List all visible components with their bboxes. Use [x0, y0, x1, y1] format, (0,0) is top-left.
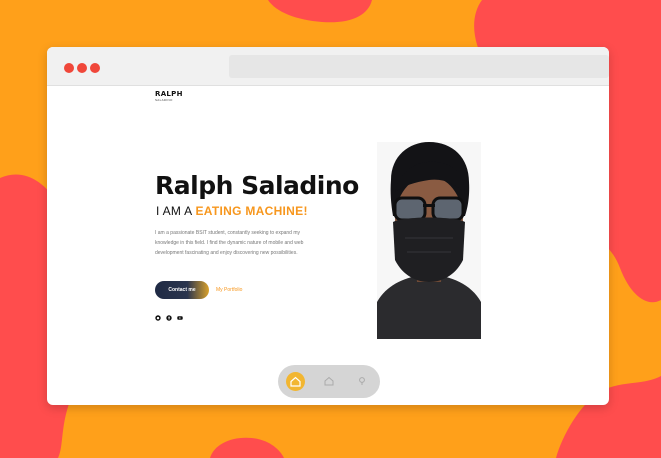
- hero-role: I AM A EATING MACHINE!: [156, 204, 308, 218]
- home-icon: [290, 376, 301, 387]
- role-highlight: EATING MACHINE!: [195, 204, 308, 218]
- address-bar[interactable]: [229, 55, 609, 78]
- youtube-icon[interactable]: [177, 315, 183, 321]
- close-dot[interactable]: [64, 63, 74, 73]
- site-logo[interactable]: RALPH SALADINO: [155, 91, 183, 102]
- profile-photo-illustration: [377, 142, 481, 339]
- github-icon[interactable]: [155, 315, 161, 321]
- maximize-dot[interactable]: [90, 63, 100, 73]
- logo-main-text: RALPH: [155, 90, 183, 98]
- blob-bottom-center: [210, 437, 284, 458]
- house-icon[interactable]: [323, 375, 335, 387]
- hero-name: Ralph Saladino: [155, 171, 359, 200]
- hero-bio: I am a passionate BSIT student, constant…: [155, 230, 304, 256]
- blob-top-center: [268, 0, 372, 23]
- photo-glasses-left: [393, 196, 427, 222]
- location-icon[interactable]: [356, 375, 368, 387]
- social-links: [155, 315, 183, 321]
- bottom-nav-dock: [278, 365, 380, 398]
- portfolio-link[interactable]: My Portfolio: [216, 287, 242, 293]
- browser-titlebar: [47, 47, 609, 86]
- facebook-icon[interactable]: [166, 315, 172, 321]
- photo-glasses-right: [431, 196, 465, 222]
- dock-home-button[interactable]: [286, 372, 305, 391]
- role-prefix: I AM A: [156, 204, 192, 218]
- minimize-dot[interactable]: [77, 63, 87, 73]
- browser-window: RALPH SALADINO Ralph Saladino I AM A EAT…: [47, 47, 609, 405]
- photo-glasses-bridge: [423, 204, 435, 207]
- contact-button[interactable]: Contact me: [155, 281, 209, 299]
- profile-photo: [377, 142, 481, 339]
- logo-sub-text: SALADINO: [155, 98, 173, 102]
